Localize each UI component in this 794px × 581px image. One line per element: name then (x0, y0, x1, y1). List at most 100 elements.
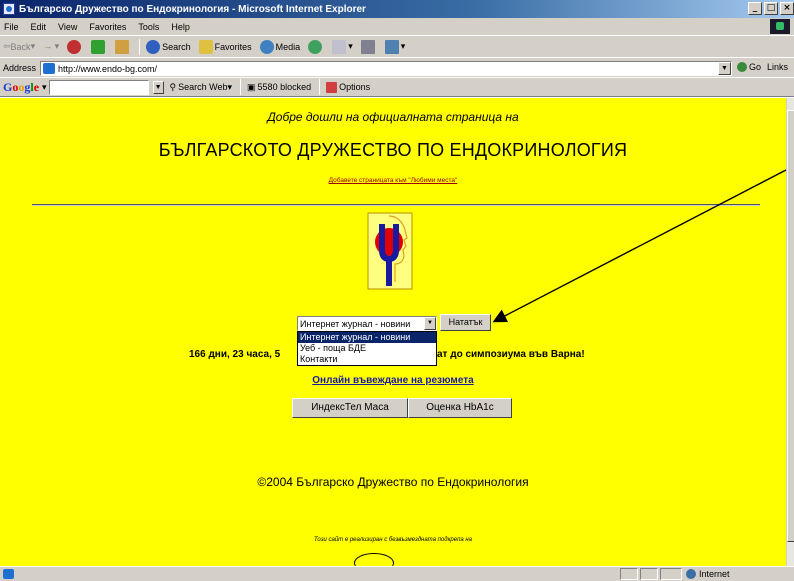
favorites-icon (198, 39, 213, 54)
print-icon (360, 39, 375, 54)
horizontal-divider (32, 204, 760, 206)
web-page: Добре дошли на официалната страница на Б… (0, 98, 786, 566)
refresh-button[interactable] (91, 39, 107, 54)
media-icon (259, 39, 274, 54)
links-button[interactable]: Links (767, 62, 788, 72)
menu-bar: File Edit View Favorites Tools Help (0, 18, 794, 35)
bmi-button[interactable]: ИндексТел Маса (292, 398, 408, 418)
home-button[interactable] (115, 39, 131, 54)
favorites-label: Favorites (214, 41, 252, 52)
sponsor-note: Този сайт е реализиран с безвъзмездната … (313, 537, 473, 543)
popup-blocker-button[interactable]: ▣ 5580 blocked (247, 82, 311, 93)
next-button[interactable]: Нататък (440, 314, 491, 331)
window-title: Българско Дружество по Ендокринология - … (19, 3, 366, 15)
address-dropdown-button[interactable]: ▼ (718, 62, 731, 75)
close-button[interactable]: × (780, 2, 794, 15)
zone-label: Internet (699, 569, 730, 579)
search-web-label: Search Web (178, 82, 228, 92)
menu-help[interactable]: Help (171, 22, 190, 32)
dropdown-option[interactable]: Контакти (298, 354, 436, 365)
welcome-text: Добре дошли на официалната страница на (267, 110, 519, 124)
dropdown-option[interactable]: Уеб - поща БДЕ (298, 343, 436, 354)
copyright-text: ©2004 Българско Дружество по Ендокриноло… (257, 475, 529, 489)
google-search-input[interactable] (48, 79, 149, 95)
standard-toolbar: ⇦ Back ▾ → ▾ Search Favorites Media ▾ ▾ (0, 35, 794, 57)
toolbar-separator (240, 79, 242, 95)
status-pane (620, 568, 638, 580)
google-logo[interactable]: Google (3, 80, 39, 95)
toolbar-separator (139, 38, 141, 55)
mail-button[interactable]: ▾ (332, 39, 353, 54)
menu-file[interactable]: File (4, 22, 19, 32)
society-emblem (367, 212, 413, 290)
window-controls: _ □ × (746, 2, 794, 15)
abstract-submission-link[interactable]: Онлайн въвеждане на резюмета (0, 375, 786, 386)
stop-icon (67, 39, 82, 54)
window-titlebar: Българско Дружество по Ендокринология - … (0, 0, 794, 18)
section-select[interactable]: Интернет журнал - новини ▼ (297, 316, 437, 331)
go-button[interactable]: Go (737, 62, 761, 72)
sponsor-logo (354, 553, 394, 566)
options-icon (326, 81, 338, 93)
print-button[interactable] (360, 39, 377, 54)
edit-button[interactable]: ▾ (384, 39, 406, 54)
add-to-favorites-link[interactable]: Добавете страницата към "Любими места" (0, 177, 786, 184)
options-button[interactable]: Options (326, 81, 371, 93)
popup-blocker-icon: ▣ (247, 81, 256, 92)
back-arrow-icon: ⇦ (3, 41, 11, 51)
google-toolbar: Google ▾ ▼ ⚲ Search Web ▾ ▣ 5580 blocked O… (0, 77, 794, 97)
countdown-text-end: ат до симпозиума във Варна! (437, 349, 585, 360)
binoculars-icon: ⚲ (169, 81, 177, 92)
address-input[interactable]: http://www.endo-bg.com/ ▼ (40, 61, 732, 76)
address-label: Address (3, 62, 37, 73)
chevron-down-icon[interactable]: ▼ (424, 317, 436, 330)
chevron-down-icon: ▾ (348, 41, 353, 51)
maximize-button[interactable]: □ (764, 2, 778, 15)
page-title: БЪЛГАРСКОТО ДРУЖЕСТВО ПО ЕНДОКРИНОЛОГИЯ (158, 140, 628, 160)
home-icon (115, 39, 130, 54)
address-url: http://www.endo-bg.com/ (58, 63, 158, 74)
chevron-down-icon: ▾ (400, 41, 406, 51)
go-arrow-icon (737, 62, 747, 72)
search-icon (146, 39, 161, 54)
mail-icon (332, 39, 347, 54)
history-button[interactable] (308, 39, 324, 54)
vertical-scrollbar[interactable] (786, 98, 794, 566)
scrollbar-thumb[interactable] (787, 110, 794, 542)
menu-edit[interactable]: Edit (31, 22, 47, 32)
hba1c-button[interactable]: Оценка HbA1c (408, 398, 512, 418)
forward-button[interactable]: → ▾ (43, 41, 59, 52)
internet-explorer-icon (3, 3, 15, 15)
status-bar: Internet (0, 566, 794, 581)
google-search-dropdown[interactable]: ▼ (152, 80, 164, 94)
globe-icon (686, 569, 696, 579)
search-button[interactable]: Search (146, 39, 191, 54)
back-button[interactable]: ⇦ Back ▾ (3, 41, 35, 52)
go-label: Go (749, 62, 762, 72)
menu-tools[interactable]: Tools (138, 22, 159, 32)
page-icon (43, 63, 55, 74)
favorites-button[interactable]: Favorites (198, 39, 252, 54)
chevron-down-icon: ▾ (30, 41, 36, 51)
minimize-button[interactable]: _ (748, 2, 762, 15)
menu-view[interactable]: View (58, 22, 77, 32)
toolbar-separator (319, 79, 321, 95)
stop-button[interactable] (67, 39, 83, 54)
countdown-text-start: 166 дни, 23 часа, 5 (189, 349, 281, 360)
section-dropdown-list: Интернет журнал - новини Уеб - поща БДЕ … (297, 331, 437, 366)
dropdown-option[interactable]: Интернет журнал - новини (298, 332, 436, 343)
windows-logo-icon (770, 19, 790, 34)
page-status-icon (3, 569, 14, 579)
chevron-down-icon[interactable]: ▾ (42, 82, 47, 93)
section-select-value: Интернет журнал - новини (300, 318, 411, 329)
options-label: Options (339, 82, 371, 92)
media-button[interactable]: Media (259, 39, 301, 54)
status-pane (640, 568, 658, 580)
edit-icon (384, 39, 399, 54)
menu-favorites[interactable]: Favorites (89, 22, 126, 32)
refresh-icon (91, 39, 106, 54)
blocked-count: 5580 blocked (257, 82, 312, 92)
media-label: Media (275, 41, 301, 52)
search-web-button[interactable]: ⚲ Search Web ▾ (170, 82, 232, 93)
calculator-buttons: ИндексТел Маса Оценка HbA1c (292, 398, 512, 418)
